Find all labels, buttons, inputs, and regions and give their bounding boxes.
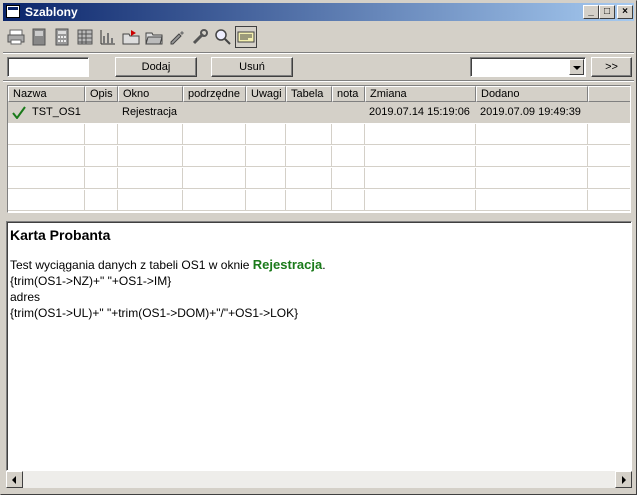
print-preview-icon[interactable]: [28, 26, 50, 48]
preview-line: {trim(OS1->UL)+" "+trim(OS1->DOM)+"/"+OS…: [10, 306, 299, 320]
cell-nazwa: TST_OS1: [8, 102, 85, 123]
pane-splitter[interactable]: [3, 214, 634, 220]
chart-icon[interactable]: [97, 26, 119, 48]
preview-line: {trim(OS1->NZ)+" "+OS1->IM}: [10, 274, 172, 288]
cell-nota: [332, 102, 365, 123]
scroll-right-button[interactable]: [615, 471, 632, 488]
column-header-dodano[interactable]: Dodano: [476, 86, 588, 102]
chevron-down-icon[interactable]: [569, 59, 584, 75]
column-header-filler: [588, 86, 630, 102]
window-title: Szablony: [25, 5, 78, 19]
horizontal-scrollbar[interactable]: [6, 471, 632, 488]
calculator-icon[interactable]: [51, 26, 73, 48]
column-header-tabela[interactable]: Tabela: [286, 86, 332, 102]
remove-button[interactable]: Usuń: [211, 57, 293, 77]
actions-separator: [3, 80, 634, 82]
column-header-nazwa[interactable]: Nazwa: [8, 86, 85, 102]
preview-line-text: Test wyciągania danych z tabeli OS1 w ok…: [10, 258, 253, 272]
templates-window: Szablony _ □ × Dodaj Usuń >> Nazwa Opis …: [0, 0, 637, 495]
column-header-okno[interactable]: Okno: [118, 86, 183, 102]
tools-icon[interactable]: [189, 26, 211, 48]
combo-select[interactable]: [470, 57, 586, 77]
preview-title: Karta Probanta: [10, 227, 111, 243]
cell-okno: Rejestracja: [118, 102, 183, 123]
column-header-podrzedne[interactable]: podrzędne: [183, 86, 246, 102]
filter-input[interactable]: [7, 57, 89, 77]
scroll-left-button[interactable]: [6, 471, 23, 488]
cell-podrzedne: [183, 102, 246, 123]
table-row[interactable]: TST_OS1 Rejestracja 2019.07.14 15:19:06 …: [8, 102, 630, 123]
cell-opis: [85, 102, 118, 123]
preview-line: Test wyciągania danych z tabeli OS1 w ok…: [10, 257, 628, 273]
magnifier-icon[interactable]: [212, 26, 234, 48]
column-header-zmiana[interactable]: Zmiana: [365, 86, 476, 102]
open-folder-icon[interactable]: [143, 26, 165, 48]
preview-line-suffix: .: [322, 258, 326, 272]
templates-table: Nazwa Opis Okno podrzędne Uwagi Tabela n…: [7, 85, 631, 213]
toolbar-separator: [3, 52, 634, 54]
window-icon: [6, 5, 20, 18]
title-bar[interactable]: Szablony _ □ ×: [3, 3, 634, 21]
toolbar: [3, 23, 634, 51]
add-button[interactable]: Dodaj: [115, 57, 197, 77]
cell-nazwa-text: TST_OS1: [32, 106, 81, 118]
column-header-uwagi[interactable]: Uwagi: [246, 86, 286, 102]
table-icon[interactable]: [74, 26, 96, 48]
template-preview[interactable]: Karta Probanta Test wyciągania danych z …: [6, 221, 632, 471]
minimize-button[interactable]: _: [583, 5, 599, 19]
cell-uwagi: [246, 102, 286, 123]
close-button[interactable]: ×: [617, 5, 633, 19]
preview-highlight: Rejestracja: [252, 257, 323, 272]
print-icon[interactable]: [5, 26, 27, 48]
table-row-empty: [8, 168, 630, 189]
table-row-empty: [8, 190, 630, 211]
column-header-opis[interactable]: Opis: [85, 86, 118, 102]
table-row-empty: [8, 146, 630, 167]
cell-dodano: 2019.07.09 19:49:39: [476, 102, 588, 123]
cell-tabela: [286, 102, 332, 123]
maximize-button[interactable]: □: [599, 5, 615, 19]
export-folder-icon[interactable]: [120, 26, 142, 48]
edit-icon[interactable]: [166, 26, 188, 48]
next-button[interactable]: >>: [591, 57, 632, 77]
preview-line: adres: [10, 290, 41, 304]
check-icon: [12, 106, 26, 119]
cell-zmiana: 2019.07.14 15:19:06: [365, 102, 476, 123]
column-header-nota[interactable]: nota: [332, 86, 365, 102]
table-row-empty: [8, 124, 630, 145]
card-icon[interactable]: [235, 26, 257, 48]
